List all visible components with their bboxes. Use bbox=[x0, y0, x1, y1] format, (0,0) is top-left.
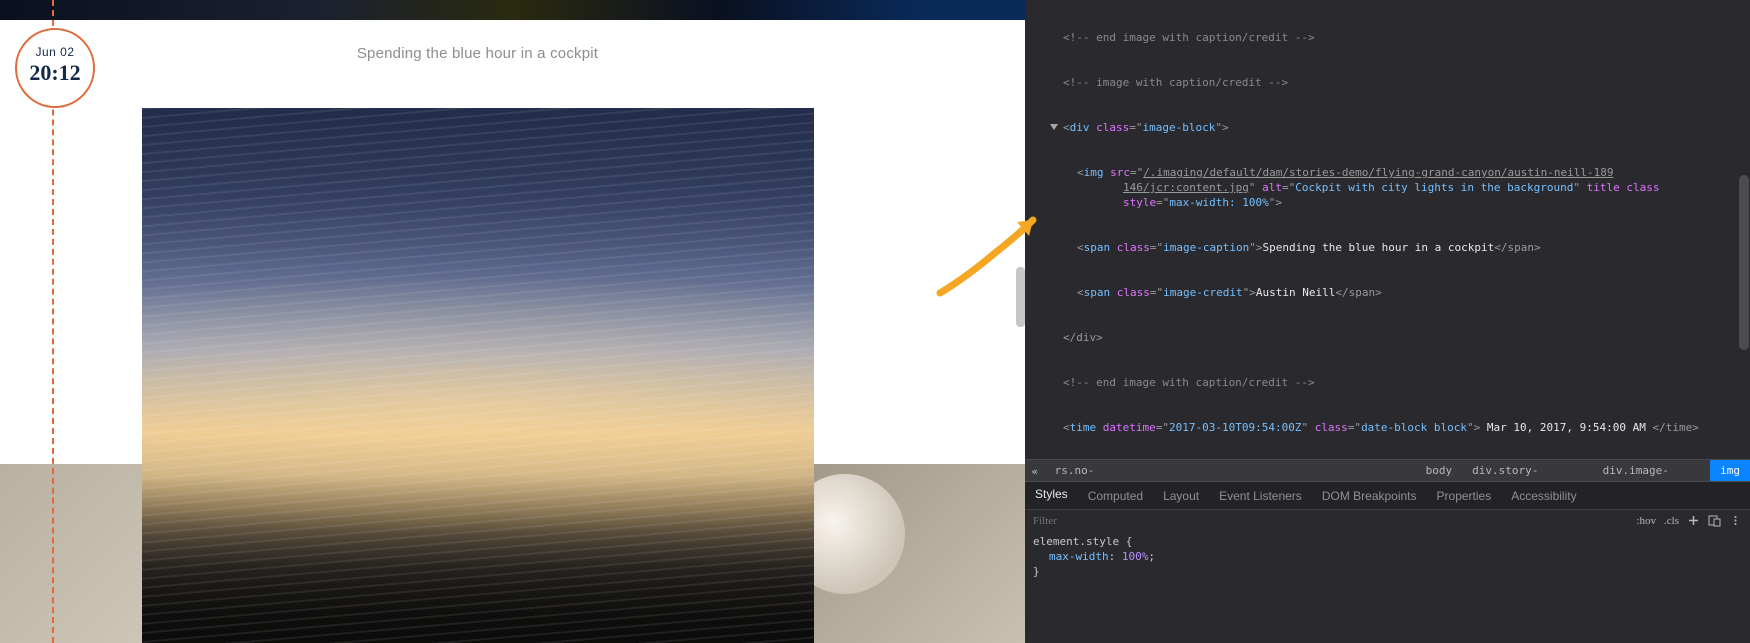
breadcrumb-chevron-left-icon[interactable]: « bbox=[1025, 464, 1045, 479]
crumb-story-content[interactable]: div.story-content bbox=[1462, 460, 1593, 482]
content-scrollbar-thumb[interactable] bbox=[1016, 267, 1025, 327]
style-prop-max-width[interactable]: max-width: 100%; bbox=[1049, 549, 1742, 564]
crumb-html[interactable]: rs.no-applicationcache.svg.inlinesvg.smi… bbox=[1045, 460, 1416, 482]
tab-styles[interactable]: Styles bbox=[1025, 481, 1078, 511]
styles-body[interactable]: element.style { max-width: 100%; } bbox=[1025, 530, 1750, 643]
image-caption: Spending the blue hour in a cockpit bbox=[0, 45, 955, 62]
tab-event-listeners[interactable]: Event Listeners bbox=[1209, 482, 1312, 510]
cockpit-image-strip bbox=[0, 0, 1025, 20]
comment-end-1: <!-- end image with caption/credit --> bbox=[1063, 31, 1315, 44]
credit-span-1[interactable]: <span class="image-credit">Austin Neill<… bbox=[1077, 285, 1750, 300]
device-toolbar-icon[interactable] bbox=[1708, 514, 1721, 527]
more-icon[interactable] bbox=[1729, 514, 1742, 527]
filter-input[interactable] bbox=[1025, 511, 1636, 530]
filter-row: :hov .cls bbox=[1025, 509, 1750, 531]
devtools-scrollbar[interactable] bbox=[1739, 0, 1749, 455]
page-root: Jun 02 20:12 Spending the blue hour in a… bbox=[0, 0, 1750, 643]
styles-tabs: Styles Computed Layout Event Listeners D… bbox=[1025, 481, 1750, 510]
content-pane: Jun 02 20:12 Spending the blue hour in a… bbox=[0, 0, 1025, 643]
hov-toggle[interactable]: :hov bbox=[1636, 515, 1656, 527]
date-badge-time: 20:12 bbox=[17, 60, 93, 86]
devtools-scrollbar-thumb[interactable] bbox=[1739, 175, 1749, 350]
tab-layout[interactable]: Layout bbox=[1153, 482, 1209, 510]
tab-computed[interactable]: Computed bbox=[1078, 482, 1153, 510]
caption-span-1[interactable]: <span class="image-caption">Spending the… bbox=[1077, 240, 1750, 255]
tab-dom-breakpoints[interactable]: DOM Breakpoints bbox=[1312, 482, 1427, 510]
date-badge: Jun 02 20:12 bbox=[15, 28, 95, 108]
close-div-1[interactable]: </div> bbox=[1063, 330, 1750, 345]
comment-start-1: <!-- image with caption/credit --> bbox=[1063, 76, 1288, 89]
crumb-body[interactable]: body bbox=[1416, 460, 1463, 482]
tab-accessibility[interactable]: Accessibility bbox=[1501, 482, 1586, 510]
devtools-panel: <!-- end image with caption/credit --> <… bbox=[1025, 0, 1750, 643]
dom-tree[interactable]: <!-- end image with caption/credit --> <… bbox=[1035, 0, 1750, 459]
element-style-selector: element.style { bbox=[1033, 534, 1742, 549]
cls-toggle[interactable]: .cls bbox=[1664, 515, 1679, 527]
ellipsis-icon[interactable]: ⋯ bbox=[1025, 216, 1032, 231]
img-node-1[interactable]: <img src="/.imaging/default/dam/stories-… bbox=[1077, 165, 1750, 210]
time-node-1[interactable]: <time datetime="2017-03-10T09:54:00Z" cl… bbox=[1063, 420, 1750, 435]
crumb-image-block[interactable]: div.image-block bbox=[1593, 460, 1711, 482]
style-close-brace: } bbox=[1033, 564, 1742, 579]
tab-properties[interactable]: Properties bbox=[1427, 482, 1502, 510]
comment-end-2: <!-- end image with caption/credit --> bbox=[1063, 376, 1315, 389]
image-block-1[interactable]: <div class="image-block"> bbox=[1063, 120, 1750, 135]
crumb-img[interactable]: img bbox=[1710, 460, 1750, 482]
sky-image[interactable] bbox=[142, 108, 814, 643]
new-style-rule-icon[interactable] bbox=[1687, 514, 1700, 527]
breadcrumb: « rs.no-applicationcache.svg.inlinesvg.s… bbox=[1025, 459, 1750, 482]
